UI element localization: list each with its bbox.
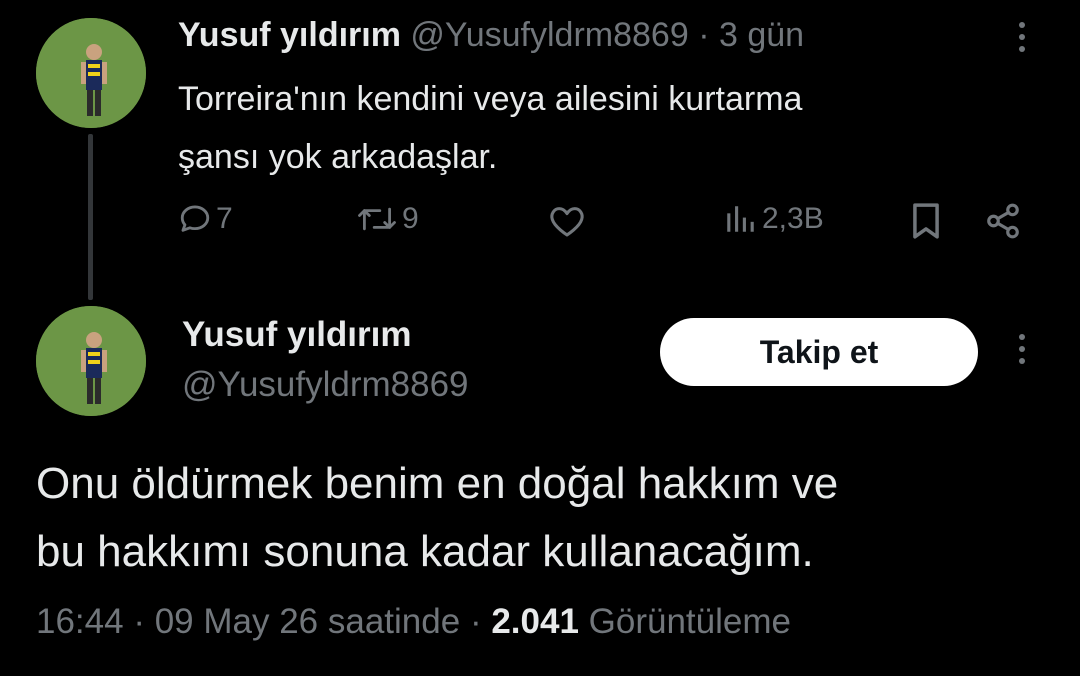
view-label: Görüntüleme <box>588 602 791 641</box>
separator: · <box>469 602 482 641</box>
avatar-image <box>36 18 146 128</box>
tweet-meta: 16:44 · 09 May 26 saatinde · 2.041 Görün… <box>36 600 791 644</box>
tweet-text: Onu öldürmek benim en doğal hakkım ve bu… <box>36 450 838 586</box>
tweet-text-line: şansı yok arkadaşlar. <box>178 138 498 176</box>
retweet-count: 9 <box>402 202 419 235</box>
timestamp[interactable]: 3 gün <box>719 16 804 54</box>
display-name[interactable]: Yusuf yıldırım <box>182 314 412 356</box>
avatar[interactable] <box>36 306 146 416</box>
reply-icon <box>180 205 210 232</box>
retweet-icon <box>358 207 396 231</box>
views-icon <box>727 206 754 232</box>
reply-button[interactable]: 7 <box>178 202 233 236</box>
display-name[interactable]: Yusuf yıldırım <box>178 16 401 54</box>
bookmark-button[interactable] <box>910 202 942 240</box>
avatar[interactable] <box>36 18 146 128</box>
tweet-time[interactable]: 16:44 <box>36 602 124 641</box>
retweet-button[interactable]: 9 <box>356 202 419 236</box>
bookmark-icon <box>913 203 939 239</box>
handle[interactable]: @Yusufyldrm8869 <box>182 364 469 406</box>
more-icon[interactable] <box>1019 334 1025 364</box>
tweet-text: Torreira'nın kendini veya ailesini kurta… <box>178 70 802 186</box>
tweet-text-line: Torreira'nın kendini veya ailesini kurta… <box>178 80 803 118</box>
views-count: 2,3B <box>762 202 824 235</box>
view-count: 2.041 <box>491 602 579 641</box>
more-icon[interactable] <box>1019 22 1025 52</box>
thread-line <box>88 134 93 300</box>
tweet-date[interactable]: 09 May 26 saatinde <box>155 602 460 641</box>
tweet-text-line: bu hakkımı sonuna kadar kullanacağım. <box>36 527 814 576</box>
separator: · <box>133 602 145 641</box>
avatar-image <box>36 306 146 416</box>
share-icon <box>987 203 1019 239</box>
like-icon <box>550 207 584 237</box>
reply-count: 7 <box>216 202 233 235</box>
handle[interactable]: @Yusufyldrm8869 <box>410 16 688 54</box>
tweet-header: Yusuf yıldırım @Yusufyldrm8869 · 3 gün <box>178 14 804 56</box>
follow-button[interactable]: Takip et <box>660 318 978 386</box>
share-button[interactable] <box>984 202 1022 240</box>
views-button[interactable]: 2,3B <box>722 202 824 236</box>
separator: · <box>698 16 710 54</box>
tweet-text-line: Onu öldürmek benim en doğal hakkım ve <box>36 459 839 508</box>
like-button[interactable] <box>548 204 586 238</box>
